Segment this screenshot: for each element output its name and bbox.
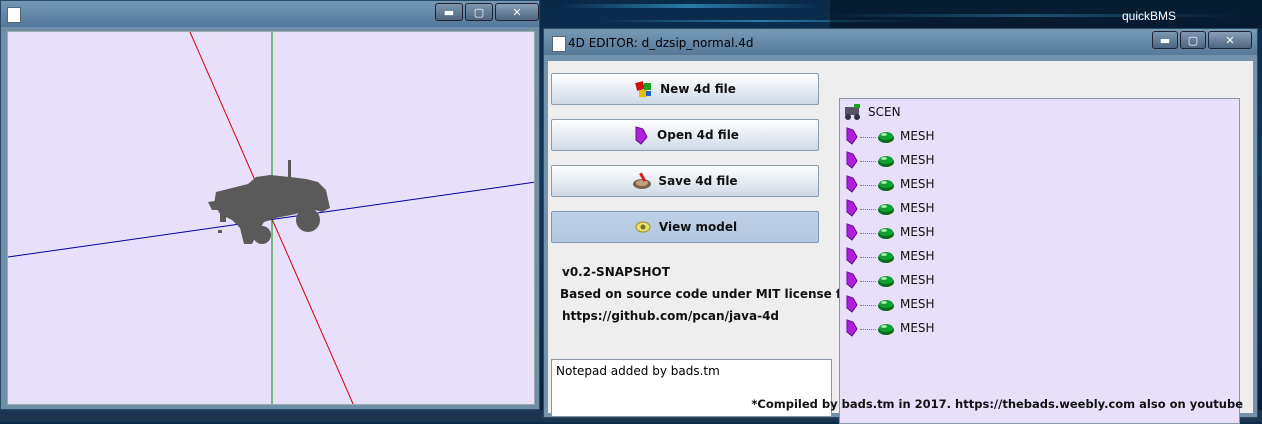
save-file-icon <box>632 171 652 191</box>
save-4d-file-label: Save 4d file <box>658 174 738 188</box>
mesh-icon <box>876 224 896 240</box>
tree-node-mesh[interactable]: MESH <box>844 173 935 195</box>
java-icon <box>7 7 21 23</box>
minimize-icon: ▬ <box>443 5 455 19</box>
editor-window: 4D EDITOR: d_dzsip_normal.4d ▬ ▢ ✕ New 4… <box>543 28 1258 424</box>
tree-node-label: MESH <box>900 177 935 191</box>
mesh-icon <box>876 200 896 216</box>
mesh-folder-icon <box>844 222 860 242</box>
version-label: v0.2-SNAPSHOT <box>562 265 670 279</box>
vehicle-model <box>208 160 330 244</box>
mesh-icon <box>876 296 896 312</box>
viewer-titlebar[interactable]: ▬ ▢ ✕ <box>1 1 539 27</box>
github-url-label: https://github.com/pcan/java-4d <box>562 309 780 323</box>
tree-connector <box>860 328 876 330</box>
window-title: 4D EDITOR: d_dzsip_normal.4d <box>568 36 754 50</box>
taskbar-label-quickbms[interactable]: quickBMS <box>1122 9 1176 23</box>
viewer-close-button[interactable]: ✕ <box>495 3 539 21</box>
tree-node-mesh[interactable]: MESH <box>844 269 935 291</box>
mesh-folder-icon <box>844 294 860 314</box>
mesh-icon <box>876 272 896 288</box>
tree-node-mesh[interactable]: MESH <box>844 197 935 219</box>
mesh-folder-icon <box>844 150 860 170</box>
new-file-icon <box>634 79 654 99</box>
editor-minimize-button[interactable]: ▬ <box>1152 31 1178 49</box>
tree-node-label: SCEN <box>868 105 901 119</box>
mesh-folder-icon <box>844 126 860 146</box>
new-4d-file-label: New 4d file <box>660 82 736 96</box>
model-viewer-window: ▬ ▢ ✕ <box>0 0 540 410</box>
view-model-button[interactable]: View model <box>551 211 819 243</box>
tree-node-label: MESH <box>900 201 935 215</box>
maximize-icon: ▢ <box>473 5 485 19</box>
mesh-folder-icon <box>844 270 860 290</box>
tree-node-mesh[interactable]: MESH <box>844 149 935 171</box>
open-4d-file-button[interactable]: Open 4d file <box>551 119 819 151</box>
scene-icon <box>842 102 864 122</box>
tree-connector <box>860 232 876 234</box>
minimize-icon: ▬ <box>1159 33 1171 47</box>
footer-credit: *Compiled by bads.tm in 2017. https://th… <box>751 397 1243 411</box>
view-model-label: View model <box>658 220 738 234</box>
3d-viewport[interactable] <box>7 31 535 405</box>
mesh-folder-icon <box>844 174 860 194</box>
tree-node-label: MESH <box>900 297 935 311</box>
viewer-minimize-button[interactable]: ▬ <box>435 3 463 21</box>
editor-close-button[interactable]: ✕ <box>1208 31 1252 49</box>
editor-titlebar[interactable]: 4D EDITOR: d_dzsip_normal.4d ▬ ▢ ✕ <box>544 29 1257 55</box>
tree-node-label: MESH <box>900 249 935 263</box>
tree-connector <box>860 208 876 210</box>
tree-node-mesh[interactable]: MESH <box>844 221 935 243</box>
tree-connector <box>860 256 876 258</box>
mesh-icon <box>876 320 896 336</box>
mesh-folder-icon <box>844 318 860 338</box>
mesh-icon <box>876 128 896 144</box>
tree-node-label: MESH <box>900 225 935 239</box>
mesh-folder-icon <box>844 246 860 266</box>
tree-node-mesh[interactable]: MESH <box>844 317 935 339</box>
new-4d-file-button[interactable]: New 4d file <box>551 73 819 105</box>
save-4d-file-button[interactable]: Save 4d file <box>551 165 819 197</box>
tree-connector <box>860 184 876 186</box>
tree-node-label: MESH <box>900 129 935 143</box>
mesh-folder-icon <box>844 198 860 218</box>
tree-node-label: MESH <box>900 153 935 167</box>
tree-connector <box>860 136 876 138</box>
close-icon: ✕ <box>512 5 522 19</box>
tree-node-scen[interactable]: SCEN <box>842 101 901 123</box>
tree-node-mesh[interactable]: MESH <box>844 125 935 147</box>
scene-tree[interactable]: SCEN MESH MESH MESH MESH MESH MESH MESH MESH MESH <box>839 98 1240 424</box>
maximize-icon: ▢ <box>1187 33 1199 47</box>
view-model-icon <box>633 217 653 237</box>
open-file-icon <box>631 125 651 145</box>
tree-connector <box>860 160 876 162</box>
tree-node-mesh[interactable]: MESH <box>844 293 935 315</box>
tree-connector <box>860 280 876 282</box>
mesh-icon <box>876 248 896 264</box>
editor-maximize-button[interactable]: ▢ <box>1180 31 1206 49</box>
java-icon <box>552 36 566 52</box>
tree-node-mesh[interactable]: MESH <box>844 245 935 267</box>
mesh-icon <box>876 152 896 168</box>
tree-connector <box>860 304 876 306</box>
viewer-maximize-button[interactable]: ▢ <box>465 3 493 21</box>
close-icon: ✕ <box>1225 33 1235 47</box>
3d-scene <box>8 32 534 404</box>
mesh-icon <box>876 176 896 192</box>
editor-client-area: New 4d file Open 4d file Save 4d file Vi… <box>548 61 1253 424</box>
tree-node-label: MESH <box>900 273 935 287</box>
open-4d-file-label: Open 4d file <box>657 128 739 142</box>
tree-node-label: MESH <box>900 321 935 335</box>
license-label: Based on source code under MIT license f… <box>560 287 868 301</box>
